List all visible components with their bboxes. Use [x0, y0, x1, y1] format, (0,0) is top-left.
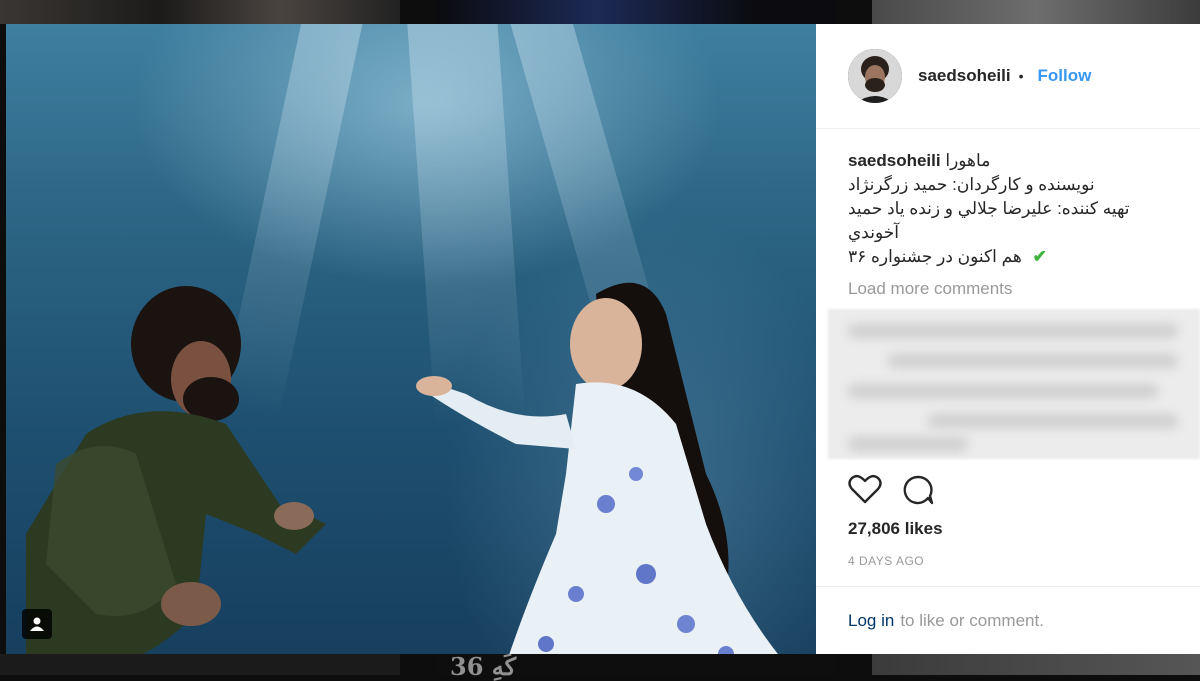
caption-title: ماهورا [945, 151, 991, 170]
background-thumbnail-text: كَهِ 36 [450, 652, 517, 681]
post-header: saedsoheili • Follow [816, 24, 1200, 129]
background-thumbnail [872, 654, 1200, 675]
load-more-comments-button[interactable]: Load more comments [848, 279, 1168, 299]
caption-line: آخوندي [848, 223, 899, 242]
caption-line: هم اکنون در جشنواره ۳۶ [848, 247, 1022, 266]
background-thumbnail [0, 654, 400, 675]
login-prompt-text: to like or comment. [900, 610, 1044, 630]
login-prompt: Log in to like or comment. [816, 586, 1200, 654]
caption-line: نویسنده و کارگردان: حمید زرگرنژاد [848, 175, 1095, 194]
follow-button[interactable]: Follow [1038, 66, 1092, 86]
caption-line: تهیه کننده: علیرضا جلالي و زنده یاد حمید [848, 199, 1130, 218]
background-thumbnail [0, 0, 400, 24]
post-timestamp[interactable]: 4 DAYS AGO [848, 554, 924, 568]
avatar-image [848, 49, 902, 103]
caption-username[interactable]: saedsoheili [848, 151, 941, 170]
background-thumbnail [872, 0, 1200, 24]
login-link[interactable]: Log in [848, 611, 894, 631]
post-actions [848, 474, 934, 506]
username-link[interactable]: saedsoheili [918, 66, 1011, 86]
post-modal: saedsoheili • Follow saedsoheili ماهورا … [6, 24, 1200, 654]
post-photo[interactable] [6, 24, 816, 654]
heart-icon[interactable] [848, 474, 882, 504]
blurred-comments [828, 309, 1200, 459]
post-caption: saedsoheili ماهورا نویسنده و کارگردان: ح… [848, 149, 1168, 269]
man-figure [26, 286, 326, 654]
check-icon: ✔ [1032, 247, 1047, 266]
separator-dot: • [1018, 68, 1024, 84]
comments-section: saedsoheili ماهورا نویسنده و کارگردان: ح… [816, 129, 1200, 459]
woman-figure [416, 282, 778, 654]
post-sidebar: saedsoheili • Follow saedsoheili ماهورا … [816, 24, 1200, 654]
comment-icon[interactable] [902, 474, 934, 506]
tagged-users-button[interactable] [22, 609, 52, 639]
avatar[interactable] [848, 49, 902, 103]
background-thumbnail [438, 0, 834, 24]
user-tag-icon [30, 617, 44, 631]
likes-count[interactable]: 27,806 likes [848, 519, 943, 539]
